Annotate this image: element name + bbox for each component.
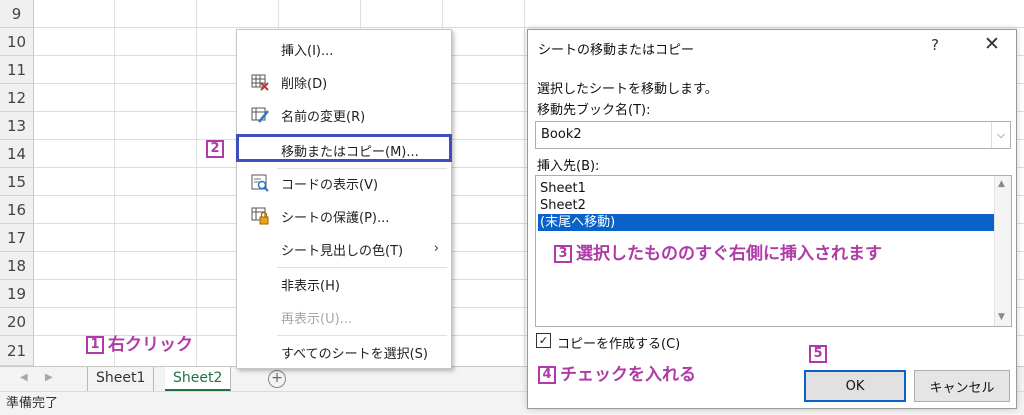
dialog-instruction: 選択したシートを移動します。 [537, 82, 718, 97]
target-book-select[interactable]: Book2 ⌵ [535, 121, 1011, 149]
annotation-step-2: 2 [206, 139, 228, 159]
grid-row [34, 0, 1024, 28]
list-item[interactable]: Sheet1 [538, 180, 995, 197]
menu-item-label: 挿入(I)... [281, 43, 334, 59]
tab-scroll-left-icon[interactable]: ◀ [20, 372, 28, 383]
row-header[interactable]: 9 [0, 0, 34, 28]
annotation-badge-3: 3 [554, 245, 572, 263]
highlight-move-or-copy [236, 134, 452, 162]
menu-item-view-code[interactable]: コードの表示(V) [237, 167, 451, 199]
menu-item-label: すべてのシートを選択(S) [281, 346, 428, 362]
annotation-badge-2: 2 [206, 140, 224, 158]
view-code-icon [251, 174, 269, 192]
protect-sheet-icon [251, 207, 269, 225]
annotation-badge-5: 5 [809, 345, 827, 363]
menu-item-label: シートの保護(P)... [281, 210, 390, 226]
chevron-down-icon[interactable]: ⌵ [991, 122, 1010, 148]
list-scrollbar[interactable]: ▲ ▼ [994, 176, 1011, 326]
move-or-copy-dialog: シートの移動またはコピー ? ✕ 選択したシートを移動します。 移動先ブック名(… [527, 29, 1017, 409]
annotation-badge-4: 4 [538, 366, 556, 384]
menu-item-label: コードの表示(V) [281, 177, 379, 193]
insert-before-label: 挿入先(B): [537, 159, 600, 174]
row-header[interactable]: 17 [0, 224, 34, 252]
menu-item-label: シート見出しの色(T) [281, 243, 404, 259]
row-header[interactable]: 14 [0, 140, 34, 168]
target-book-label: 移動先ブック名(T): [537, 103, 651, 118]
menu-item-label: 名前の変更(R) [281, 109, 366, 125]
annotation-insert-position: 3 選択したもののすぐ右側に挿入されます [554, 239, 882, 264]
menu-item-hide[interactable]: 非表示(H) [237, 268, 451, 300]
scroll-up-icon[interactable]: ▲ [998, 179, 1005, 189]
row-header[interactable]: 13 [0, 112, 34, 140]
menu-item-tab-color[interactable]: シート見出しの色(T) › [237, 233, 451, 265]
dialog-title: シートの移動またはコピー [538, 43, 695, 58]
target-book-value: Book2 [541, 127, 582, 142]
menu-item-label: 再表示(U)... [281, 311, 353, 327]
annotation-text-3: 選択したもののすぐ右側に挿入されます [576, 244, 882, 264]
tab-scroll-right-icon[interactable]: ▶ [45, 372, 53, 383]
list-item-selected[interactable]: (末尾へ移動) [538, 214, 995, 231]
tab-sheet1[interactable]: Sheet1 [87, 367, 155, 391]
menu-item-protect-sheet[interactable]: シートの保護(P)... [237, 200, 451, 232]
menu-item-insert[interactable]: 挿入(I)... [237, 33, 451, 65]
scroll-down-icon[interactable]: ▼ [998, 312, 1005, 322]
list-item[interactable]: Sheet2 [538, 197, 995, 214]
row-header[interactable]: 15 [0, 168, 34, 196]
rename-sheet-icon [251, 107, 269, 123]
delete-sheet-icon [251, 74, 269, 91]
menu-item-select-all-sheets[interactable]: すべてのシートを選択(S) [237, 336, 451, 368]
row-header[interactable]: 12 [0, 84, 34, 112]
menu-item-unhide: 再表示(U)... [237, 301, 451, 333]
annotation-step-5: 5 [809, 344, 831, 364]
close-icon[interactable]: ✕ [984, 33, 1000, 55]
copy-checkbox[interactable]: ✓ [536, 333, 551, 348]
annotation-text-4: チェックを入れる [560, 365, 696, 385]
submenu-chevron-icon: › [433, 241, 439, 256]
menu-item-label: 削除(D) [281, 76, 328, 92]
row-header[interactable]: 21 [0, 336, 34, 366]
sheet-context-menu: 挿入(I)... 削除(D) 名前の変更(R) 移動またはコピー(M)... コ… [236, 29, 452, 369]
tab-sheet2[interactable]: Sheet2 [165, 367, 232, 391]
add-sheet-icon[interactable]: + [268, 370, 286, 388]
row-header[interactable]: 10 [0, 28, 34, 56]
row-header[interactable]: 19 [0, 280, 34, 308]
annotation-text-1: 右クリック [108, 335, 193, 355]
annotation-check-copy: 4 チェックを入れる [538, 360, 696, 385]
annotation-badge-1: 1 [86, 336, 104, 354]
menu-item-rename[interactable]: 名前の変更(R) [237, 99, 451, 131]
ok-button[interactable]: OK [804, 370, 906, 402]
menu-item-label: 非表示(H) [281, 278, 340, 294]
row-header[interactable]: 20 [0, 308, 34, 336]
cancel-button[interactable]: キャンセル [914, 370, 1010, 402]
help-icon[interactable]: ? [931, 36, 939, 54]
copy-checkbox-label[interactable]: コピーを作成する(C) [557, 333, 680, 352]
row-header[interactable]: 16 [0, 196, 34, 224]
row-header[interactable]: 11 [0, 56, 34, 84]
annotation-right-click: 1 右クリック [86, 330, 193, 355]
menu-item-delete[interactable]: 削除(D) [237, 66, 451, 98]
row-header[interactable]: 18 [0, 252, 34, 280]
